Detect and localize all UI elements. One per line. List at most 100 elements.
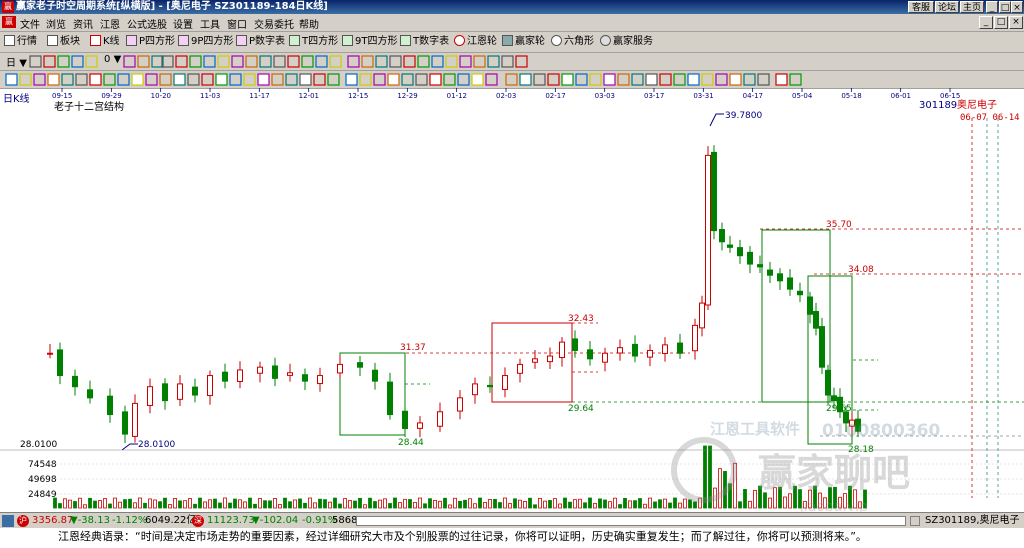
candle-body[interactable] bbox=[757, 264, 763, 268]
tool-icon-5[interactable] bbox=[123, 55, 136, 68]
candle-body[interactable] bbox=[222, 371, 228, 382]
candle-body[interactable] bbox=[807, 296, 813, 315]
candle-body[interactable] bbox=[357, 362, 363, 368]
study-icon-29[interactable] bbox=[415, 73, 428, 86]
panel-icon[interactable] bbox=[2, 515, 14, 527]
study-icon-4[interactable] bbox=[61, 73, 74, 86]
tool-icon-31[interactable] bbox=[487, 55, 500, 68]
candle-body[interactable] bbox=[337, 363, 343, 374]
study-icon-17[interactable] bbox=[243, 73, 256, 86]
tool-icon-16[interactable] bbox=[273, 55, 286, 68]
winner-service-button[interactable]: 赢家服务 bbox=[600, 34, 653, 50]
hexagon-button[interactable]: 六角形 bbox=[551, 34, 594, 50]
candle-body[interactable] bbox=[711, 151, 717, 232]
candle-body[interactable] bbox=[402, 410, 408, 429]
study-icon-35[interactable] bbox=[505, 73, 518, 86]
kline-chart-area[interactable]: 09-15 09-29 10-20 11-03 11-17 12-01 12-15 12-29… bbox=[0, 88, 1024, 512]
tool-icon-32[interactable] bbox=[501, 55, 514, 68]
t-number-table-button[interactable]: T数字表 bbox=[400, 34, 449, 50]
menu-settings[interactable]: 设置 bbox=[173, 16, 193, 31]
candle-body[interactable] bbox=[472, 383, 478, 396]
study-tools-icons[interactable] bbox=[0, 71, 1024, 88]
candle-body[interactable] bbox=[387, 381, 393, 416]
candle-body[interactable] bbox=[437, 411, 443, 427]
study-icon-26[interactable] bbox=[373, 73, 386, 86]
mdi-restore-button[interactable]: □ bbox=[994, 16, 1008, 29]
menu-browse[interactable]: 浏览 bbox=[46, 16, 66, 31]
tool-icon-25[interactable] bbox=[403, 55, 416, 68]
study-icon-19[interactable] bbox=[271, 73, 284, 86]
tool-icon-17[interactable] bbox=[287, 55, 300, 68]
candle-body[interactable] bbox=[767, 269, 773, 276]
drawing-tools-icons[interactable] bbox=[0, 53, 1024, 70]
tool-icon-8[interactable] bbox=[161, 55, 174, 68]
tool-icon-27[interactable] bbox=[431, 55, 444, 68]
tool-icon-30[interactable] bbox=[473, 55, 486, 68]
study-icon-9[interactable] bbox=[131, 73, 144, 86]
tool-icon-0[interactable] bbox=[29, 55, 42, 68]
candle-body[interactable] bbox=[825, 369, 831, 396]
study-icon-37[interactable] bbox=[533, 73, 546, 86]
candle-body[interactable] bbox=[705, 154, 711, 306]
study-icon-48[interactable] bbox=[687, 73, 700, 86]
mdi-close-button[interactable]: × bbox=[1009, 16, 1023, 29]
home-link[interactable]: 主页 bbox=[960, 1, 984, 13]
study-icon-47[interactable] bbox=[673, 73, 686, 86]
tool-icon-23[interactable] bbox=[375, 55, 388, 68]
study-icon-2[interactable] bbox=[33, 73, 46, 86]
candle-body[interactable] bbox=[572, 338, 578, 351]
study-icon-7[interactable] bbox=[103, 73, 116, 86]
tool-icon-10[interactable] bbox=[189, 55, 202, 68]
study-icon-42[interactable] bbox=[603, 73, 616, 86]
service-link[interactable]: 客服 bbox=[908, 1, 934, 13]
candle-body[interactable] bbox=[831, 395, 837, 402]
study-icon-0[interactable] bbox=[5, 73, 18, 86]
candle-body[interactable] bbox=[162, 383, 168, 402]
study-icon-15[interactable] bbox=[215, 73, 228, 86]
tool-icon-29[interactable] bbox=[459, 55, 472, 68]
candle-body[interactable] bbox=[302, 374, 308, 382]
study-icon-33[interactable] bbox=[471, 73, 484, 86]
tool-icon-11[interactable] bbox=[203, 55, 216, 68]
candle-body[interactable] bbox=[727, 244, 733, 248]
candle-body[interactable] bbox=[207, 375, 213, 397]
candle-body[interactable] bbox=[747, 251, 753, 265]
p-number-table-button[interactable]: P数字表 bbox=[236, 34, 285, 50]
candle-body[interactable] bbox=[602, 352, 608, 363]
9p-square-button[interactable]: 9P四方形 bbox=[178, 34, 233, 50]
candle-body[interactable] bbox=[487, 384, 493, 388]
tool-icon-3[interactable] bbox=[71, 55, 84, 68]
candle-body[interactable] bbox=[587, 349, 593, 360]
study-icon-6[interactable] bbox=[89, 73, 102, 86]
menu-help[interactable]: 帮助 bbox=[299, 16, 319, 31]
tool-icon-12[interactable] bbox=[217, 55, 230, 68]
candle-body[interactable] bbox=[647, 349, 653, 358]
study-icon-16[interactable] bbox=[229, 73, 242, 86]
close-button[interactable]: × bbox=[1011, 1, 1023, 13]
menu-news[interactable]: 资讯 bbox=[73, 16, 93, 31]
study-icon-32[interactable] bbox=[457, 73, 470, 86]
menu-window[interactable]: 窗口 bbox=[227, 16, 247, 31]
study-icon-52[interactable] bbox=[743, 73, 756, 86]
study-icon-46[interactable] bbox=[659, 73, 672, 86]
study-icon-41[interactable] bbox=[589, 73, 602, 86]
candle-body[interactable] bbox=[87, 389, 93, 399]
t-square-button[interactable]: T四方形 bbox=[289, 34, 338, 50]
study-icon-51[interactable] bbox=[729, 73, 742, 86]
tool-icon-7[interactable] bbox=[151, 55, 164, 68]
tool-icon-4[interactable] bbox=[85, 55, 98, 68]
tool-icon-6[interactable] bbox=[137, 55, 150, 68]
candle-body[interactable] bbox=[192, 386, 198, 396]
tool-icon-22[interactable] bbox=[361, 55, 374, 68]
study-icon-8[interactable] bbox=[117, 73, 130, 86]
candle-body[interactable] bbox=[47, 352, 53, 355]
tool-icon-26[interactable] bbox=[417, 55, 430, 68]
tool-icon-28[interactable] bbox=[445, 55, 458, 68]
study-icon-54[interactable] bbox=[775, 73, 788, 86]
candle-body[interactable] bbox=[719, 229, 725, 243]
candle-body[interactable] bbox=[372, 369, 378, 382]
p-square-button[interactable]: P四方形 bbox=[126, 34, 175, 50]
study-icon-12[interactable] bbox=[173, 73, 186, 86]
study-icon-22[interactable] bbox=[313, 73, 326, 86]
sector-button[interactable]: 板块 bbox=[47, 34, 80, 50]
